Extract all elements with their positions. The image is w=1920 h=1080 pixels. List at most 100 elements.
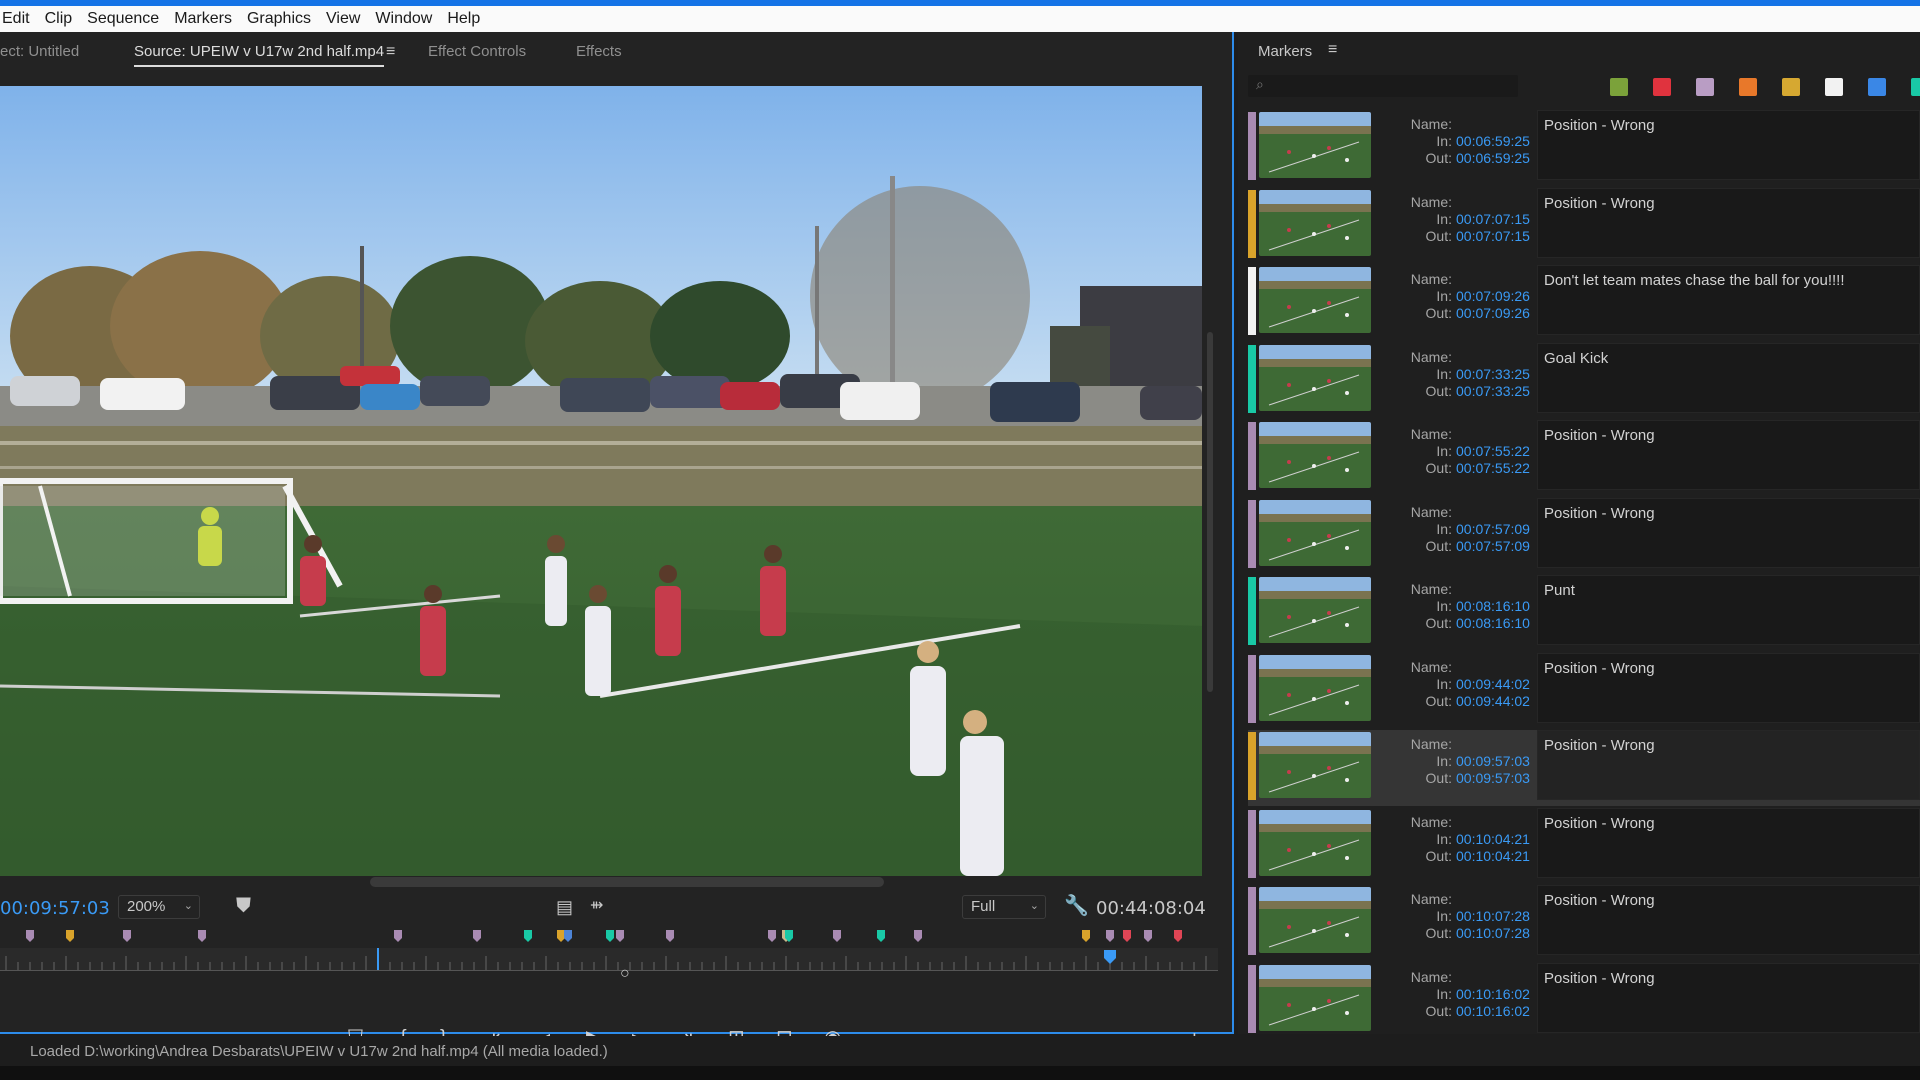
panel-menu-icon[interactable]: ≡ (1328, 41, 1337, 59)
wrench-icon[interactable]: 🔧 (1064, 896, 1089, 916)
marker-thumbnail[interactable] (1259, 577, 1371, 643)
menu-window[interactable]: Window (375, 10, 432, 28)
markers-search-input[interactable]: ⌕ (1248, 75, 1518, 97)
timeline-marker[interactable] (1082, 930, 1090, 942)
tab-project[interactable]: ect: Untitled (0, 43, 79, 60)
marker-in-timecode[interactable]: 00:07:09:26 (1456, 288, 1530, 305)
marker-list-item[interactable]: Name: In: Out: 00:10:04:21 00:10:04:21 P… (1248, 807, 1920, 884)
safe-margins-icon[interactable]: ▤ (556, 898, 573, 916)
color-swatch[interactable] (1868, 78, 1886, 96)
tab-effect-controls[interactable]: Effect Controls (428, 43, 526, 60)
marker-in-timecode[interactable]: 00:09:57:03 (1456, 753, 1530, 770)
marker-in-timecode[interactable]: 00:06:59:25 (1456, 133, 1530, 150)
timeline-marker[interactable] (473, 930, 481, 942)
vertical-scrollbar[interactable] (1207, 332, 1213, 692)
marker-out-timecode[interactable]: 00:10:07:28 (1456, 925, 1530, 942)
timeline-marker[interactable] (914, 930, 922, 942)
panel-menu-icon[interactable]: ≡ (386, 44, 395, 60)
marker-list-item[interactable]: Name: In: Out: 00:06:59:25 00:06:59:25 P… (1248, 110, 1920, 186)
marker-list-item[interactable]: Name: In: Out: 00:10:16:02 00:10:16:02 P… (1248, 962, 1920, 1035)
marker-in-timecode[interactable]: 00:08:16:10 (1456, 598, 1530, 615)
marker-out-timecode[interactable]: 00:10:16:02 (1456, 1003, 1530, 1020)
marker-thumbnail[interactable] (1259, 887, 1371, 953)
timeline-marker[interactable] (877, 930, 885, 942)
marker-thumbnail[interactable] (1259, 809, 1371, 876)
menu-sequence[interactable]: Sequence (87, 10, 159, 28)
marker-in-timecode[interactable]: 00:07:07:15 (1456, 211, 1530, 228)
marker-comment-field[interactable]: Position - Wrong (1537, 110, 1920, 180)
horizontal-scrollbar[interactable] (370, 877, 884, 887)
timeline-marker[interactable] (1144, 930, 1152, 942)
marker-thumbnail[interactable] (1259, 112, 1371, 178)
marker-shield-icon[interactable]: ⛊ (236, 896, 251, 916)
current-timecode[interactable]: 00:09:57:03 (0, 898, 110, 919)
marker-out-timecode[interactable]: 00:09:44:02 (1456, 693, 1530, 710)
timeline-marker[interactable] (1106, 930, 1114, 942)
marker-comment-field[interactable]: Position - Wrong (1537, 420, 1920, 490)
marker-in-timecode[interactable]: 00:09:44:02 (1456, 676, 1530, 693)
marker-list-item[interactable]: Name: In: Out: 00:09:44:02 00:09:44:02 P… (1248, 652, 1920, 729)
marker-list-item[interactable]: Name: In: Out: 00:07:55:22 00:07:55:22 P… (1248, 420, 1920, 496)
menu-view[interactable]: View (326, 10, 360, 28)
marker-comment-field[interactable]: Position - Wrong (1537, 730, 1920, 800)
timeline-marker[interactable] (768, 930, 776, 942)
menu-help[interactable]: Help (447, 10, 480, 28)
color-swatch[interactable] (1696, 78, 1714, 96)
video-frame[interactable] (0, 86, 1202, 876)
menu-markers[interactable]: Markers (174, 10, 232, 28)
color-swatch[interactable] (1825, 78, 1843, 96)
marker-out-timecode[interactable]: 00:07:07:15 (1456, 228, 1530, 245)
time-ruler[interactable] (0, 948, 1218, 970)
zoom-level-dropdown[interactable]: 200% ⌄ (118, 895, 200, 919)
timeline-marker[interactable] (524, 930, 532, 942)
menu-graphics[interactable]: Graphics (247, 10, 311, 28)
marker-thumbnail[interactable] (1259, 732, 1371, 798)
marker-in-timecode[interactable]: 00:10:16:02 (1456, 986, 1530, 1003)
marker-in-timecode[interactable]: 00:07:55:22 (1456, 443, 1530, 460)
color-swatch[interactable] (1911, 78, 1920, 96)
marker-list-item[interactable]: Name: In: Out: 00:07:33:25 00:07:33:25 G… (1248, 342, 1920, 419)
timeline-marker[interactable] (1174, 930, 1182, 942)
tab-source[interactable]: Source: UPEIW v U17w 2nd half.mp4 (134, 43, 385, 67)
color-swatch[interactable] (1739, 78, 1757, 96)
color-swatch[interactable] (1782, 78, 1800, 96)
marker-thumbnail[interactable] (1259, 422, 1371, 488)
drag-video-icon[interactable]: ⇻ (590, 898, 603, 914)
playback-resolution-dropdown[interactable]: Full ⌄ (962, 895, 1046, 919)
marker-comment-field[interactable]: Goal Kick (1537, 342, 1920, 413)
marker-thumbnail[interactable] (1259, 964, 1371, 1031)
playhead[interactable] (1104, 950, 1116, 964)
marker-out-timecode[interactable]: 00:07:57:09 (1456, 538, 1530, 555)
color-swatch[interactable] (1653, 78, 1671, 96)
marker-comment-field[interactable]: Position - Wrong (1537, 807, 1920, 878)
marker-comment-field[interactable]: Position - Wrong (1537, 497, 1920, 568)
marker-thumbnail[interactable] (1259, 654, 1371, 721)
marker-out-timecode[interactable]: 00:09:57:03 (1456, 770, 1530, 787)
timeline-marker[interactable] (833, 930, 841, 942)
marker-list-item[interactable]: Name: In: Out: 00:07:57:09 00:07:57:09 P… (1248, 497, 1920, 574)
color-swatch[interactable] (1610, 78, 1628, 96)
marker-comment-field[interactable]: Position - Wrong (1537, 962, 1920, 1033)
timeline-marker[interactable] (606, 930, 614, 942)
marker-list-item[interactable]: Name: In: Out: 00:07:07:15 00:07:07:15 P… (1248, 187, 1920, 264)
zoom-handle-icon[interactable]: ○ (620, 966, 630, 982)
marker-thumbnail[interactable] (1259, 499, 1371, 566)
timeline-marker[interactable] (557, 930, 565, 942)
marker-out-timecode[interactable]: 00:08:16:10 (1456, 615, 1530, 632)
timeline-marker[interactable] (66, 930, 74, 942)
timeline-marker[interactable] (1123, 930, 1131, 942)
timeline-marker[interactable] (564, 930, 572, 942)
marker-out-timecode[interactable]: 00:07:09:26 (1456, 305, 1530, 322)
marker-comment-field[interactable]: Position - Wrong (1537, 652, 1920, 723)
marker-list-item[interactable]: Name: In: Out: 00:07:09:26 00:07:09:26 D… (1248, 265, 1920, 341)
timeline-marker[interactable] (198, 930, 206, 942)
marker-thumbnail[interactable] (1259, 267, 1371, 333)
marker-out-timecode[interactable]: 00:06:59:25 (1456, 150, 1530, 167)
marker-in-timecode[interactable]: 00:07:57:09 (1456, 521, 1530, 538)
menu-clip[interactable]: Clip (45, 10, 73, 28)
menu-edit[interactable]: Edit (2, 10, 30, 28)
marker-in-timecode[interactable]: 00:10:04:21 (1456, 831, 1530, 848)
marker-out-timecode[interactable]: 00:10:04:21 (1456, 848, 1530, 865)
marker-in-timecode[interactable]: 00:10:07:28 (1456, 908, 1530, 925)
marker-thumbnail[interactable] (1259, 344, 1371, 411)
